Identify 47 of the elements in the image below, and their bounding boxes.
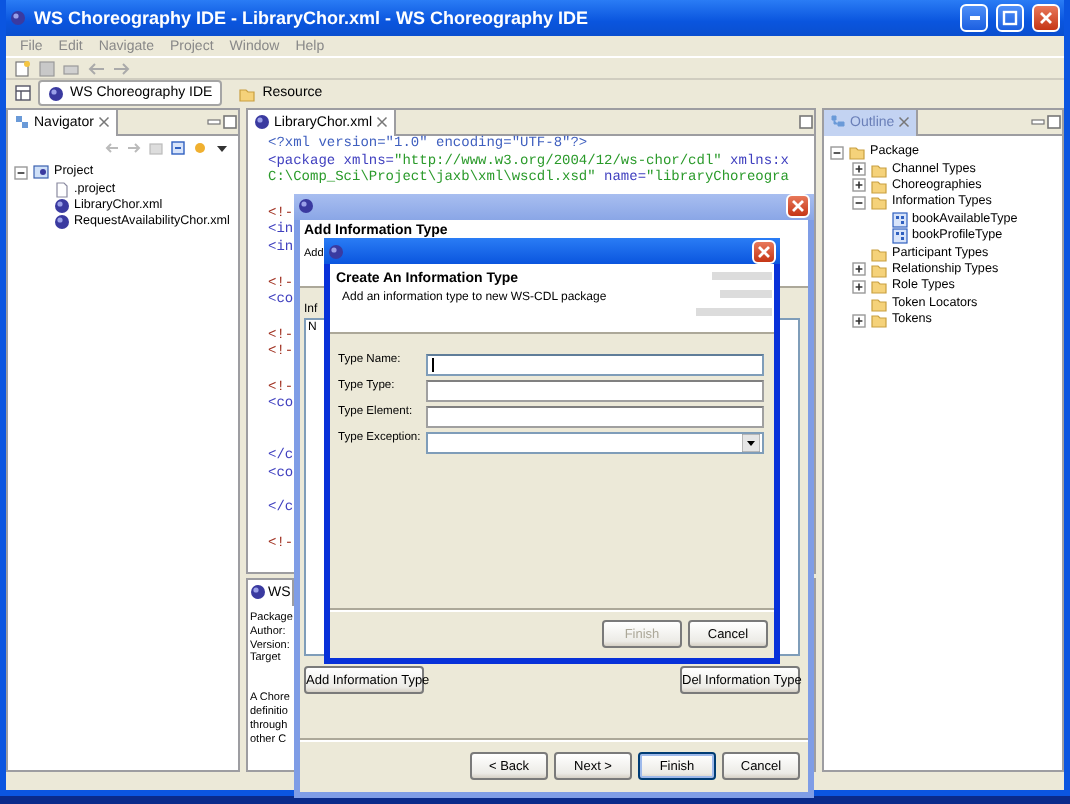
dropdown-field[interactable] bbox=[426, 432, 764, 454]
expand-icon[interactable] bbox=[852, 262, 866, 277]
app-icon bbox=[328, 243, 344, 259]
folder-icon bbox=[238, 85, 257, 101]
close-icon bbox=[790, 198, 806, 215]
close-icon bbox=[756, 243, 772, 259]
expand-icon[interactable] bbox=[852, 178, 866, 193]
expand-icon[interactable] bbox=[852, 162, 866, 177]
outline-icon bbox=[830, 114, 846, 130]
close-button[interactable] bbox=[1032, 4, 1060, 32]
close-icon bbox=[97, 116, 110, 128]
close-icon bbox=[898, 116, 911, 128]
globe-icon bbox=[254, 114, 270, 130]
text-cursor-icon bbox=[432, 358, 434, 372]
text-field[interactable] bbox=[426, 406, 764, 428]
expand-icon[interactable] bbox=[852, 313, 866, 328]
open-perspective-icon[interactable] bbox=[14, 84, 32, 102]
maximize-icon bbox=[1002, 10, 1018, 26]
minimize-icon bbox=[1030, 114, 1046, 130]
back-arrow-icon bbox=[104, 140, 120, 156]
caret-icon[interactable] bbox=[742, 434, 760, 452]
window-title: WS Choreography IDE - LibraryChor.xml - WS Choreography IDE bbox=[34, 8, 591, 28]
minimize-button[interactable] bbox=[960, 4, 988, 32]
expand-icon[interactable] bbox=[852, 279, 866, 294]
close-button[interactable] bbox=[786, 194, 810, 219]
close-icon bbox=[1038, 10, 1054, 26]
collapse-icon[interactable] bbox=[852, 195, 866, 210]
globe-icon bbox=[48, 85, 64, 101]
file-icon bbox=[54, 181, 70, 198]
text-field[interactable] bbox=[426, 354, 764, 376]
close-icon bbox=[376, 116, 389, 128]
collapse-icon[interactable] bbox=[830, 145, 844, 160]
forward-arrow-icon bbox=[126, 140, 142, 156]
app-icon bbox=[10, 10, 26, 26]
collapse-icon[interactable] bbox=[14, 165, 28, 180]
minimize-icon bbox=[969, 16, 979, 20]
project-icon bbox=[32, 164, 50, 181]
close-button[interactable] bbox=[752, 239, 776, 263]
text-field[interactable] bbox=[426, 380, 764, 402]
maximize-button[interactable] bbox=[996, 4, 1024, 32]
banner-graphic bbox=[696, 272, 772, 320]
minimize-icon bbox=[206, 114, 222, 130]
navigator-icon bbox=[14, 114, 30, 130]
caret-icon bbox=[214, 140, 230, 156]
app-icon bbox=[298, 198, 314, 215]
globe-icon bbox=[250, 584, 266, 600]
collapse-all-icon bbox=[170, 140, 186, 156]
